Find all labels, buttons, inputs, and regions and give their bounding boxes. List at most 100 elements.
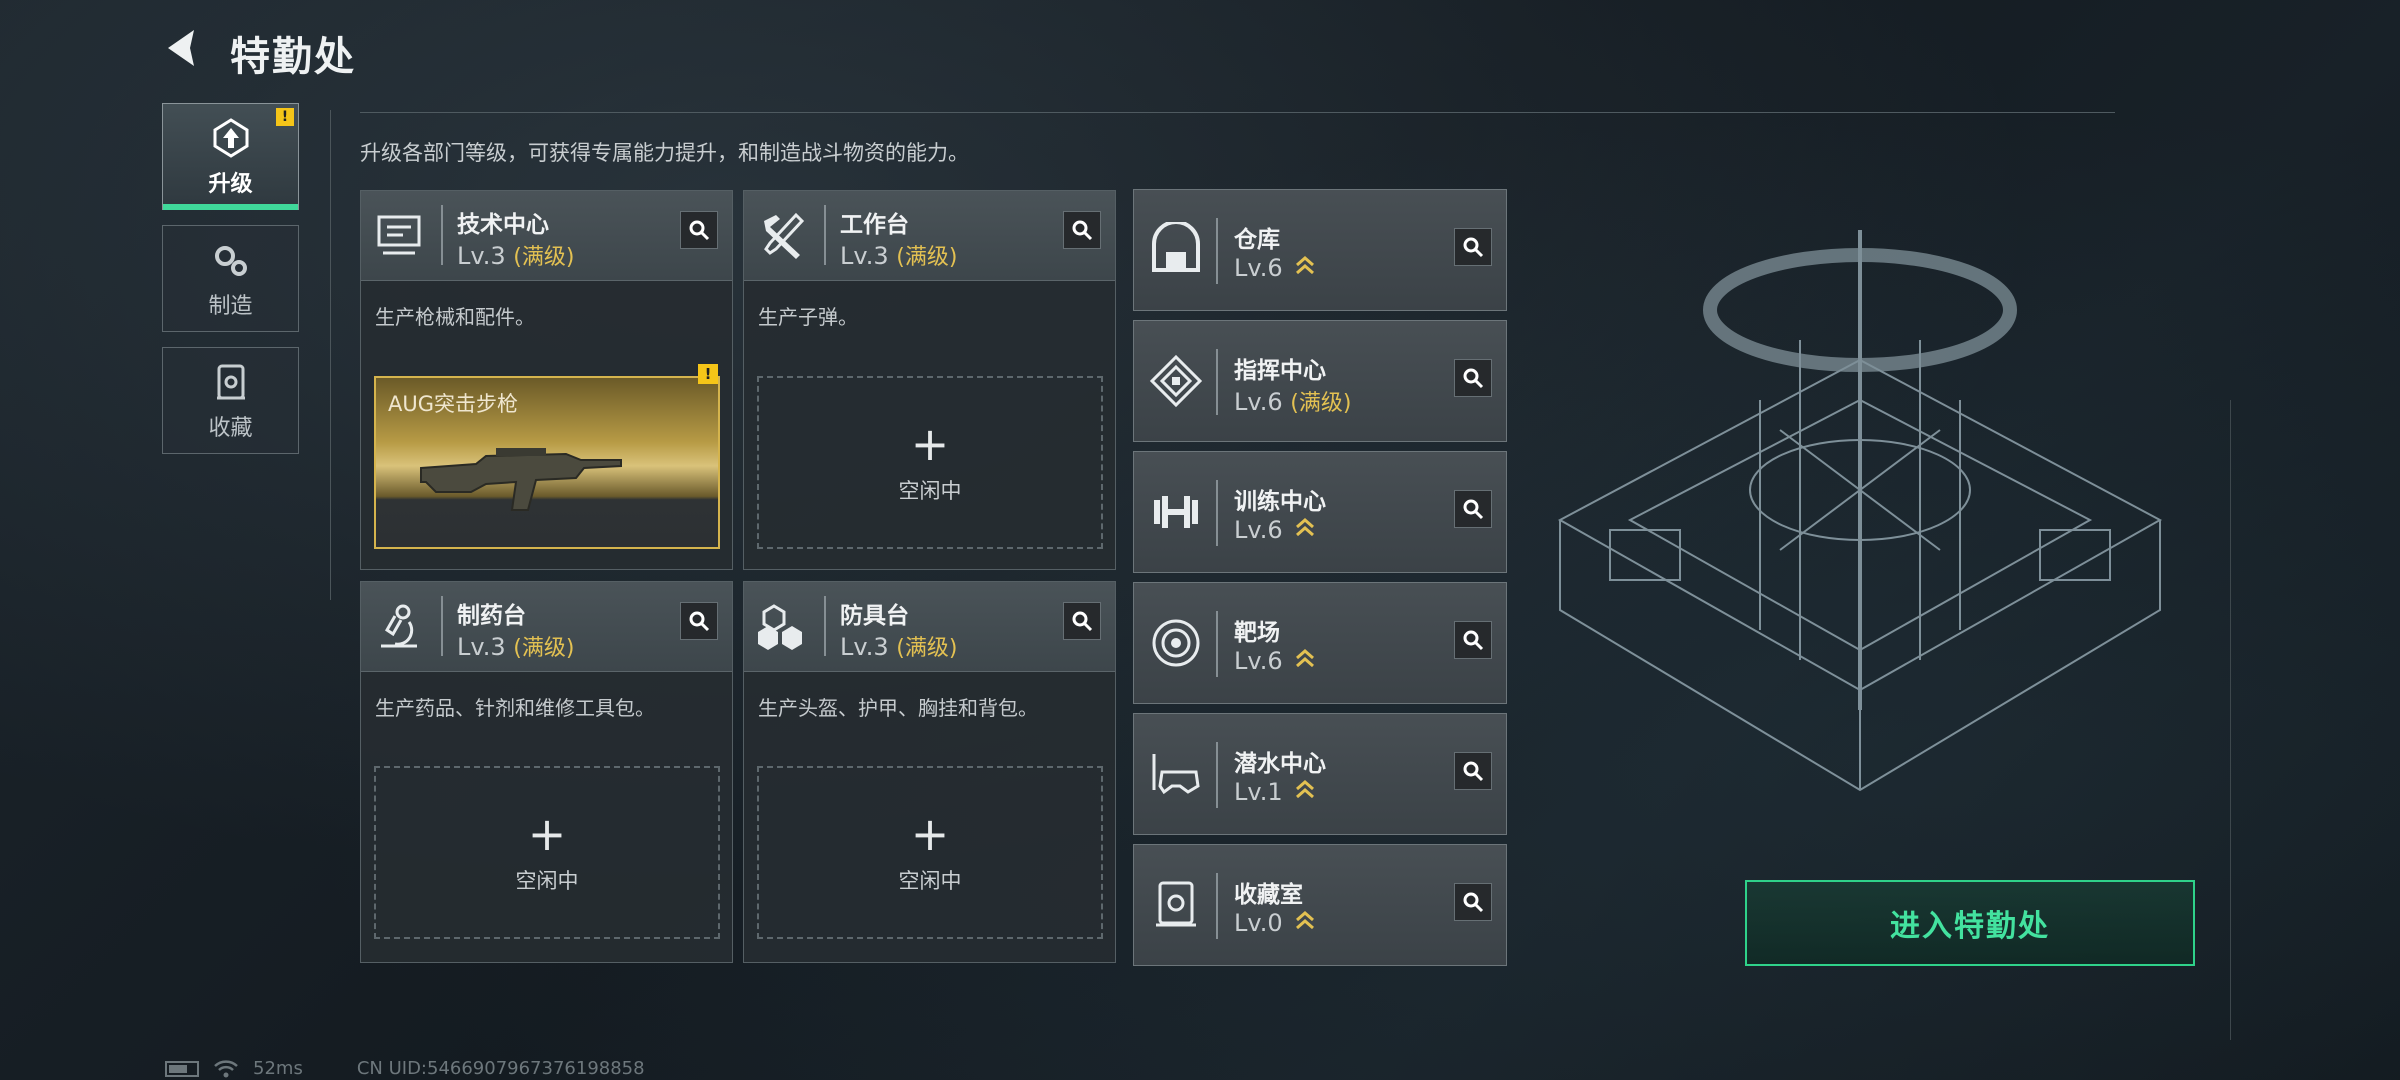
- dept-row-collection-room[interactable]: 收藏室 Lv.0: [1133, 844, 1507, 966]
- search-icon: [1463, 630, 1484, 651]
- ping-value: 52ms: [253, 1058, 303, 1079]
- dept-card-tech-center[interactable]: 技术中心 Lv.3 (满级) 生产枪械和配件。 ! AUG突击步枪: [360, 190, 733, 570]
- upgrade-available-icon: [1296, 649, 1315, 668]
- divider: [1216, 611, 1218, 677]
- dept-level: Lv.3 (满级): [840, 633, 958, 661]
- dept-name: 技术中心: [457, 212, 549, 238]
- divider: [441, 205, 443, 265]
- target-icon: [1152, 619, 1200, 667]
- max-level-tag: (满级): [896, 636, 958, 661]
- divider: [824, 205, 826, 265]
- upgrade-available-icon: [1296, 911, 1315, 930]
- search-icon: [1463, 761, 1484, 782]
- max-level-tag: (满级): [513, 245, 575, 270]
- status-bar: 52ms CN UID:5466907967376198858: [165, 1058, 645, 1079]
- back-arrow-icon: [168, 30, 194, 66]
- command-center-icon: [1149, 354, 1203, 408]
- battery-icon: [165, 1060, 199, 1077]
- add-icon: +: [527, 806, 567, 861]
- dept-row-warehouse[interactable]: 仓库 Lv.6: [1133, 189, 1507, 311]
- search-icon: [689, 220, 710, 241]
- back-button[interactable]: [160, 24, 208, 72]
- inspect-button[interactable]: [680, 602, 718, 640]
- alert-badge: !: [276, 108, 294, 126]
- tab-label: 收藏: [208, 415, 253, 441]
- slot-status: 空闲中: [898, 868, 962, 893]
- dept-name: 防具台: [840, 603, 909, 629]
- search-icon: [1463, 237, 1484, 258]
- display-case-icon: [216, 364, 245, 399]
- upgrade-icon: [213, 117, 248, 158]
- max-level-tag: (满级): [896, 245, 958, 270]
- dept-level: Lv.3 (满级): [457, 633, 575, 661]
- tab-label: 升级: [208, 171, 253, 197]
- divider: [824, 596, 826, 656]
- inspect-button[interactable]: [1454, 621, 1492, 659]
- max-level-tag: (满级): [1290, 391, 1352, 416]
- production-slot[interactable]: ! AUG突击步枪: [374, 364, 720, 549]
- upgrade-available-icon: [1296, 256, 1315, 275]
- dept-level: Lv.3 (满级): [457, 242, 575, 270]
- divider: [2230, 400, 2231, 1040]
- dept-row-command-center[interactable]: 指挥中心 Lv.6 (满级): [1133, 320, 1507, 442]
- dept-name: 收藏室: [1234, 882, 1303, 908]
- dept-level: Lv.6: [1234, 254, 1316, 282]
- card-header: 防具台 Lv.3 (满级): [744, 582, 1115, 672]
- tab-label: 制造: [208, 293, 253, 319]
- dept-name: 仓库: [1234, 227, 1280, 253]
- page-title: 特勤处: [230, 34, 356, 80]
- slot-status: 空闲中: [898, 478, 962, 503]
- card-header: 工作台 Lv.3 (满级): [744, 191, 1115, 281]
- tab-craft[interactable]: 制造: [162, 225, 299, 332]
- dept-name: 工作台: [840, 212, 909, 238]
- inspect-button[interactable]: [1454, 490, 1492, 528]
- dept-name: 训练中心: [1234, 489, 1326, 515]
- dept-level: Lv.6: [1234, 647, 1316, 675]
- search-icon: [1072, 220, 1093, 241]
- divider: [1216, 873, 1218, 939]
- inspect-button[interactable]: [680, 211, 718, 249]
- production-slot-empty[interactable]: + 空闲中: [757, 376, 1103, 549]
- tab-upgrade[interactable]: ! 升级: [162, 103, 299, 210]
- dept-row-shooting-range[interactable]: 靶场 Lv.6: [1133, 582, 1507, 704]
- inspect-button[interactable]: [1063, 602, 1101, 640]
- warehouse-icon: [1152, 222, 1200, 272]
- divider: [360, 112, 2115, 113]
- item-name: AUG突击步枪: [388, 392, 519, 416]
- dumbbell-icon: [1154, 496, 1198, 528]
- enter-button-label: 进入特勤处: [1890, 909, 2050, 944]
- dept-row-diving-center[interactable]: 潜水中心 Lv.1: [1133, 713, 1507, 835]
- rifle-icon: [420, 448, 622, 511]
- dept-description: 生产药品、针剂和维修工具包。: [375, 696, 655, 720]
- divider: [330, 110, 331, 600]
- dept-description: 生产头盔、护甲、胸挂和背包。: [758, 696, 1038, 720]
- page-description: 升级各部门等级，可获得专属能力提升，和制造战斗物资的能力。: [360, 141, 969, 165]
- dept-row-training-center[interactable]: 训练中心 Lv.6: [1133, 451, 1507, 573]
- inspect-button[interactable]: [1454, 359, 1492, 397]
- production-slot-empty[interactable]: + 空闲中: [374, 766, 720, 939]
- divider: [441, 596, 443, 656]
- inspect-button[interactable]: [1454, 752, 1492, 790]
- search-icon: [1463, 499, 1484, 520]
- dept-card-workbench[interactable]: 工作台 Lv.3 (满级) 生产子弹。 + 空闲中: [743, 190, 1116, 570]
- monitor-icon: [377, 215, 421, 255]
- card-header: 技术中心 Lv.3 (满级): [361, 191, 732, 281]
- dept-name: 指挥中心: [1234, 358, 1326, 384]
- search-icon: [1463, 368, 1484, 389]
- dept-card-pharmacy[interactable]: 制药台 Lv.3 (满级) 生产药品、针剂和维修工具包。 + 空闲中: [360, 581, 733, 963]
- wifi-icon: [214, 1059, 238, 1077]
- dept-name: 潜水中心: [1234, 751, 1326, 777]
- enter-special-ops-button[interactable]: 进入特勤处: [1745, 880, 2195, 966]
- tools-icon: [764, 212, 805, 259]
- inspect-button[interactable]: [1454, 883, 1492, 921]
- add-icon: +: [910, 806, 950, 861]
- inspect-button[interactable]: [1063, 211, 1101, 249]
- user-uid: CN UID:5466907967376198858: [356, 1058, 645, 1079]
- inspect-button[interactable]: [1454, 228, 1492, 266]
- alert-badge: !: [698, 364, 718, 384]
- dept-card-armor-bench[interactable]: 防具台 Lv.3 (满级) 生产头盔、护甲、胸挂和背包。 + 空闲中: [743, 581, 1116, 963]
- search-icon: [1463, 892, 1484, 913]
- tab-collection[interactable]: 收藏: [162, 347, 299, 454]
- production-slot-empty[interactable]: + 空闲中: [757, 766, 1103, 939]
- search-icon: [1072, 611, 1093, 632]
